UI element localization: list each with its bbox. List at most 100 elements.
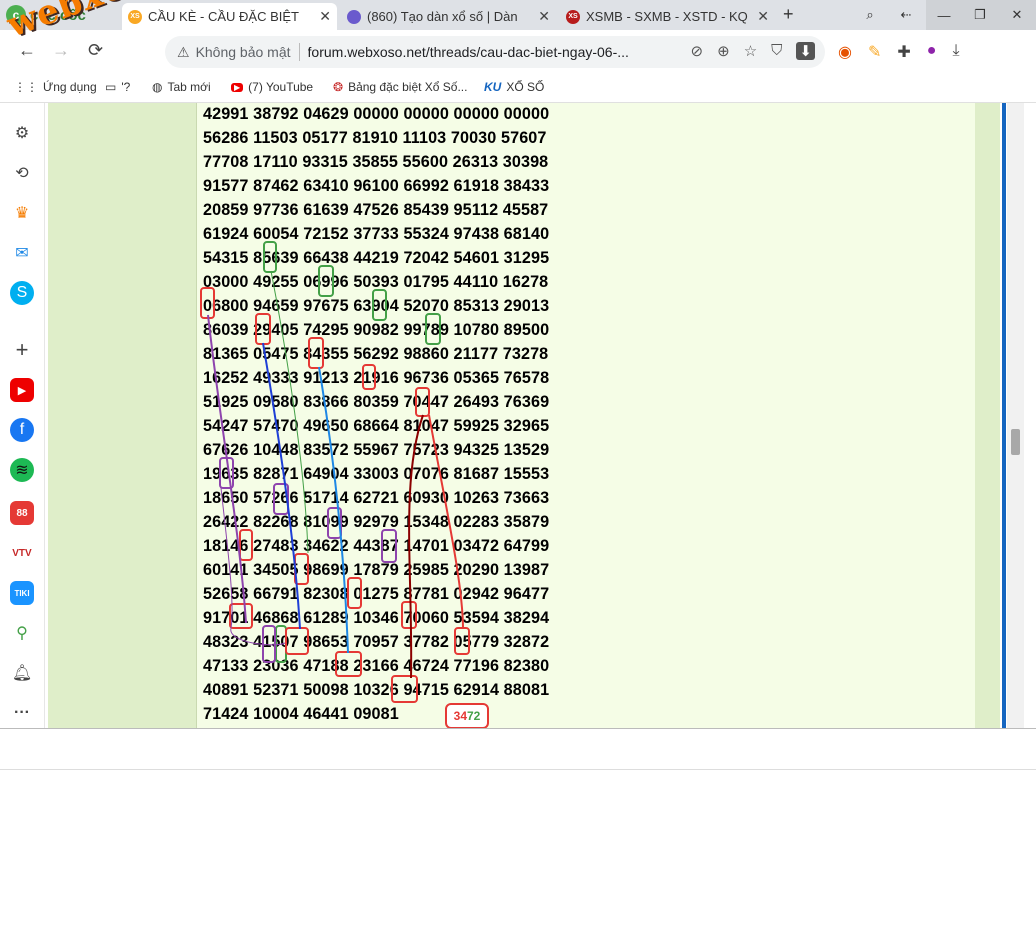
tab-strip: c cốc cốc XS CẦU KÈ - CẦU ĐẶC BIỆT ✕ (86…	[0, 0, 1036, 30]
crown-icon[interactable]: ♛	[10, 201, 34, 225]
bookmark-label: (7) YouTube	[248, 80, 314, 94]
spotify-icon[interactable]: ≋	[10, 458, 34, 482]
settings-icon[interactable]: ⚙	[10, 121, 34, 145]
pattern-line	[270, 270, 309, 554]
url-text[interactable]: forum.webxoso.net/threads/cau-dac-biet-n…	[308, 44, 638, 60]
skype-icon[interactable]: S	[10, 281, 34, 305]
coccoc-ext-icon[interactable]: ◉	[838, 42, 852, 62]
globe-icon: ◍	[152, 80, 163, 94]
star-icon[interactable]: ☆	[744, 42, 757, 60]
highlight-box	[255, 313, 271, 345]
history-icon[interactable]: ⟲	[10, 161, 34, 185]
toolbar: ← → ⟳ ⚠ Không bảo mật forum.webxoso.net/…	[0, 30, 1036, 74]
puzzle-icon[interactable]: ✚	[897, 42, 910, 62]
highlight-box	[262, 625, 276, 663]
tab-tao-dan[interactable]: (860) Tạo dàn xổ số | Dàn ✕	[341, 3, 556, 30]
pattern-line	[262, 342, 301, 630]
scrollbar-thumb[interactable]	[1011, 429, 1020, 455]
omnibox-actions: ⊘ ⊕ ☆ ⛉ ⬇	[691, 42, 815, 60]
pattern-line	[318, 366, 349, 654]
left-sidebar: ⚙ ⟲ ♛ ✉ S + ▶ f ≋ 88 VTV TIKI ⚲ 🔔︎ ···	[0, 103, 45, 728]
pattern-line	[408, 414, 424, 679]
shield-icon[interactable]: ⛉	[771, 42, 782, 60]
highlight-box	[425, 313, 441, 345]
blocked-popup-icon[interactable]: ⊘	[691, 42, 704, 60]
tab-search-icon[interactable]: ⌕	[858, 0, 882, 30]
minimize-button[interactable]: —	[926, 0, 962, 30]
bookmark-xoso[interactable]: KU XỔ SỐ	[484, 80, 544, 94]
pattern-annotations	[200, 241, 470, 703]
reload-icon[interactable]: ⟳	[88, 40, 103, 61]
tab-title: (860) Tạo dàn xổ số | Dàn	[367, 9, 518, 24]
bookmark-label: XỔ SỐ	[506, 80, 545, 94]
facebook-icon[interactable]: f	[10, 418, 34, 442]
highlight-box	[415, 387, 430, 417]
bookmark-apps[interactable]: ⋮⋮ Ứng dụng	[14, 80, 97, 94]
messenger-icon[interactable]: ✉	[10, 241, 34, 265]
avatar[interactable]: ●	[927, 42, 937, 62]
tab-cau-ke[interactable]: XS CẦU KÈ - CẦU ĐẶC BIỆT ✕	[122, 3, 337, 30]
highlight-box	[239, 529, 253, 561]
youtube-icon[interactable]: ▶	[10, 378, 34, 402]
highlight-box	[372, 289, 387, 321]
apps-icon: ⋮⋮	[14, 80, 38, 94]
bookmark-label: '?	[121, 80, 131, 94]
highlight-box	[335, 651, 362, 677]
bookmark-label: Tab mới	[167, 80, 211, 94]
highlight-box	[454, 627, 470, 655]
highlight-box	[381, 529, 397, 563]
bookmark-youtube[interactable]: ▶ (7) YouTube	[231, 80, 313, 94]
more-icon[interactable]: ···	[10, 701, 34, 725]
new-tab-button[interactable]: +	[783, 4, 794, 25]
folder-icon: ▭	[105, 80, 117, 94]
close-icon[interactable]: ✕	[538, 8, 550, 25]
tab-title: CẦU KÈ - CẦU ĐẶC BIỆT	[148, 9, 299, 24]
download-video-icon[interactable]: ⬇	[796, 42, 815, 60]
bookmarks-bar: ⋮⋮ Ứng dụng ▭ '? ◍ Tab mới ▶ (7) YouTube ❂ Bả…	[0, 74, 1036, 103]
forward-arrow-icon[interactable]: →	[52, 40, 70, 61]
bookmark-label: Bảng đặc biệt Xổ Số...	[348, 80, 468, 94]
extension-icons: ◉ ✎ ✚ ● ⤓	[838, 42, 960, 62]
app88-icon[interactable]: 88	[10, 501, 34, 525]
highlight-box	[401, 601, 417, 629]
pattern-line	[428, 414, 464, 630]
highlight-box	[285, 627, 309, 655]
download-icon[interactable]: ⤓	[952, 42, 959, 62]
highlight-box	[200, 287, 215, 319]
xs-favicon-icon: XS	[128, 9, 142, 24]
highlight-box	[362, 364, 376, 390]
restore-button[interactable]: ❐	[962, 0, 998, 30]
page-content: 42991 38792 04629 00000 00000 00000 0000…	[45, 103, 1036, 728]
tab-xsmb[interactable]: XS XSMB - SXMB - XSTD - KQ ✕	[560, 3, 775, 30]
bookmark-bang-dac-biet[interactable]: ❂ Bảng đặc biệt Xổ Số...	[333, 80, 467, 94]
tab-title: XSMB - SXMB - XSTD - KQ	[586, 9, 748, 24]
highlight-box	[347, 577, 362, 609]
zoom-icon[interactable]: ⊕	[717, 42, 730, 60]
highlight-box	[391, 675, 418, 703]
address-bar[interactable]: ⚠ Không bảo mật forum.webxoso.net/thread…	[165, 36, 825, 68]
bookmark-label: Ứng dụng	[43, 80, 97, 94]
back-tab-icon[interactable]: ⇠	[894, 0, 918, 30]
site-icon: ❂	[333, 80, 344, 94]
vtv-icon[interactable]: VTV	[10, 541, 34, 565]
security-status[interactable]: Không bảo mật	[196, 44, 291, 60]
ku-icon: KU	[484, 80, 502, 94]
tiki-icon[interactable]: TIKI	[10, 581, 34, 605]
close-icon[interactable]: ✕	[319, 8, 331, 25]
maps-icon[interactable]: ⚲	[10, 621, 34, 645]
close-window-button[interactable]: ✕	[998, 0, 1036, 30]
bookmark-folder[interactable]: ▭ '?	[105, 80, 130, 94]
highlight-box	[308, 337, 324, 369]
bell-icon[interactable]: 🔔︎	[10, 661, 34, 685]
pencil-icon[interactable]: ✎	[868, 42, 881, 62]
close-icon[interactable]: ✕	[757, 8, 769, 25]
horizontal-scrollbar-area	[0, 728, 1036, 770]
warning-icon[interactable]: ⚠	[177, 44, 190, 61]
highlight-box	[263, 241, 277, 273]
add-icon[interactable]: +	[10, 337, 34, 362]
divider	[298, 43, 300, 61]
bookmark-newtab[interactable]: ◍ Tab mới	[152, 80, 211, 94]
highlight-box	[229, 603, 253, 629]
pattern-line	[207, 314, 247, 624]
scrollbar[interactable]	[1007, 103, 1024, 728]
